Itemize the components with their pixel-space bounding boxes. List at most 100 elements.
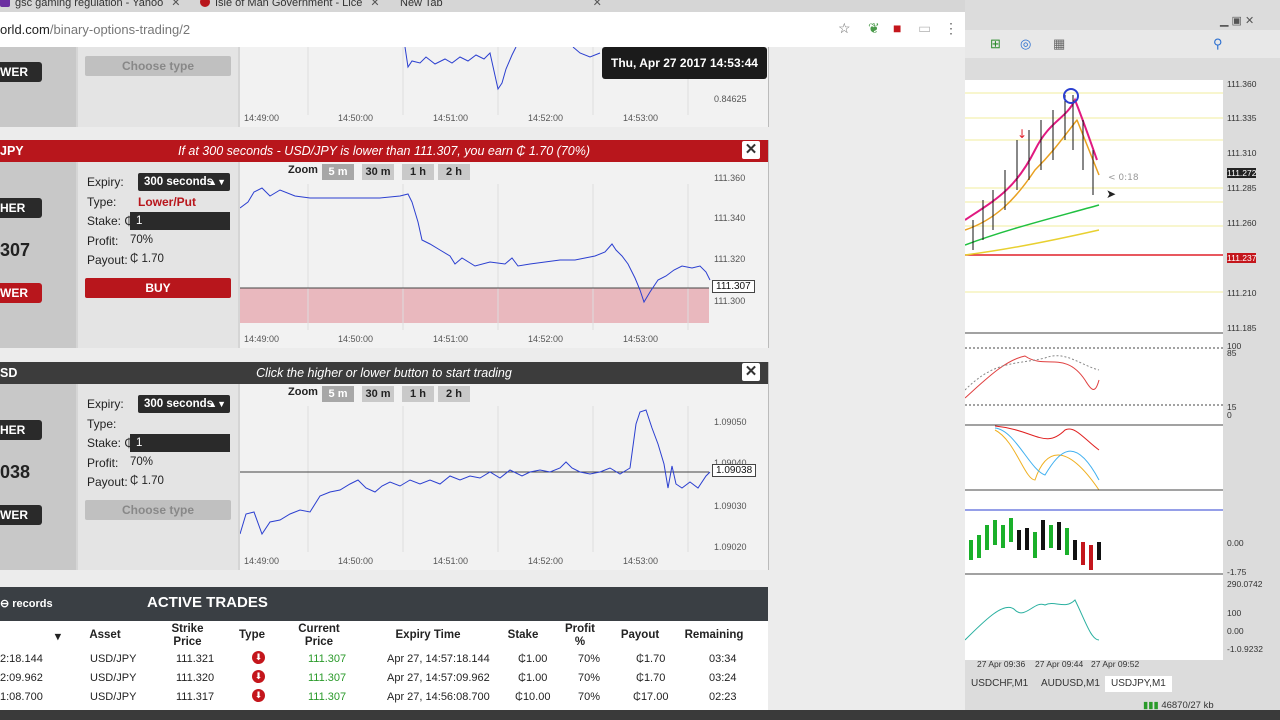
zoom-30m-button[interactable]: 30 m <box>362 386 394 402</box>
mt-y-tick: 111.185 <box>1227 323 1257 333</box>
zoom-30m-button[interactable]: 30 m <box>362 164 394 180</box>
extension-icon[interactable]: ❦ <box>868 20 880 37</box>
asset-panel-usdjpy: JPY If at 300 seconds - USD/JPY is lower… <box>0 140 769 348</box>
trading-site: WER Choose type 0.84625 14:49:00 14:50:0… <box>0 47 965 710</box>
y-tick-label: 1.09030 <box>714 501 747 511</box>
browser-tab[interactable]: Isle of Man Government - Lice ✕ <box>200 0 380 12</box>
choose-type-button[interactable]: Choose type <box>85 500 231 520</box>
zoom-controls: Zoom 5 m 30 m 1 h 2 h <box>288 386 470 402</box>
close-panel-icon[interactable]: ✕ <box>742 363 760 381</box>
chart-tab-usdchf[interactable]: USDCHF,M1 <box>965 676 1034 692</box>
column-header-profit[interactable]: Profit % <box>560 623 600 649</box>
x-tick-label: 14:52:00 <box>528 334 564 344</box>
column-header-strike-price[interactable]: Strike Price <box>160 623 215 649</box>
stake-input[interactable]: 1 <box>130 212 230 230</box>
column-header-type[interactable]: Type <box>232 629 272 642</box>
cell-payout: ₵1.70 <box>636 653 666 665</box>
payout-value: ₵ 1.70 <box>130 475 164 487</box>
window-controls[interactable]: ▁ ▣ ✕ <box>1220 14 1254 27</box>
extension-icon[interactable]: ▭ <box>918 20 931 37</box>
price-line-chart <box>240 406 711 552</box>
x-tick-label: 14:49:00 <box>244 113 280 123</box>
x-tick-label: 14:50:00 <box>338 334 374 344</box>
column-header-current-price[interactable]: Current Price <box>290 623 348 649</box>
y-tick-label: 111.300 <box>714 296 746 306</box>
lower-button[interactable]: WER <box>0 283 42 303</box>
browser-tab[interactable]: gsc gaming regulation - Yahoo ✕ <box>0 0 180 12</box>
mt-y-tick: 0.00 <box>1227 626 1244 636</box>
higher-button[interactable]: HER <box>0 198 42 218</box>
payout-value: ₵ 1.70 <box>130 253 164 265</box>
sell-arrow-icon: ↓ <box>1017 127 1027 141</box>
close-tab-icon[interactable]: ✕ <box>171 0 180 9</box>
type-down-icon: ⬇ <box>252 651 265 664</box>
panel-left-strip: WER <box>0 47 76 127</box>
zoom-2h-button[interactable]: 2 h <box>438 164 470 180</box>
bookmark-star-icon[interactable]: ☆ <box>838 20 851 37</box>
refresh-icon[interactable]: ◎ <box>1020 36 1031 52</box>
search-icon[interactable]: ⚲ <box>1213 36 1223 52</box>
grid-icon[interactable]: ▦ <box>1053 36 1065 52</box>
price-chart[interactable]: Zoom 5 m 30 m 1 h 2 h 1.09050 1.09040 1.… <box>240 384 768 570</box>
trade-form: Expiry: 300 seconds ▲▼ Type: Lower/Put St… <box>78 162 238 348</box>
column-header-payout[interactable]: Payout <box>620 629 660 642</box>
panel-left-strip: HER 307 WER <box>0 162 76 348</box>
cell-strike: 111.321 <box>176 653 215 665</box>
zoom-2h-button[interactable]: 2 h <box>438 386 470 402</box>
buy-button[interactable]: BUY <box>85 278 231 298</box>
lower-button[interactable]: WER <box>0 505 42 525</box>
lower-button[interactable]: WER <box>0 62 42 82</box>
close-tab-icon[interactable]: ✕ <box>593 0 602 9</box>
type-down-icon: ⬇ <box>252 689 265 702</box>
chart-tab-usdjpy[interactable]: USDJPY,M1 <box>1105 676 1172 692</box>
stochastic-line <box>994 427 1100 481</box>
add-chart-icon[interactable]: ⊞ <box>990 36 1001 52</box>
x-tick-label: 14:53:00 <box>623 334 659 344</box>
url-text[interactable]: orld.com/binary-options-trading/2 <box>0 22 190 37</box>
x-tick-label: 14:53:00 <box>623 556 659 566</box>
y-tick-label: 1.09020 <box>714 542 747 552</box>
select-arrows-icon: ▲▼ <box>208 177 226 187</box>
records-toggle[interactable]: ⊖ records <box>0 597 53 610</box>
trade-summary-message: If at 300 seconds - USD/JPY is lower tha… <box>177 144 591 158</box>
sort-icon[interactable]: ▾ <box>55 631 61 644</box>
profit-value: 70% <box>130 456 154 468</box>
browser-tab[interactable]: New Tab ✕ <box>400 0 602 12</box>
zoom-1h-button[interactable]: 1 h <box>402 386 434 402</box>
stake-input[interactable]: 1 <box>130 434 230 452</box>
taskbar <box>0 710 1280 720</box>
expiry-select[interactable]: 300 seconds ▲▼ <box>138 173 230 191</box>
chart-tab-audusd[interactable]: AUDUSD,M1 <box>1035 676 1106 692</box>
zoom-1h-button[interactable]: 1 h <box>402 164 434 180</box>
column-header-remaining[interactable]: Remaining <box>684 629 744 642</box>
current-bid-label: 111.272 <box>1227 168 1257 178</box>
mt-y-tick: 111.310 <box>1227 148 1257 158</box>
column-header-stake[interactable]: Stake <box>505 629 541 642</box>
column-header-expiry-time[interactable]: Expiry Time <box>388 629 468 642</box>
x-tick-label: 14:50:00 <box>338 556 374 566</box>
url-path: /binary-options-trading/2 <box>49 22 191 37</box>
select-arrows-icon: ▲▼ <box>208 399 226 409</box>
choose-type-button[interactable]: Choose type <box>85 56 231 76</box>
price-line <box>404 47 517 91</box>
x-tick-label: 14:51:00 <box>433 556 469 566</box>
column-header-asset[interactable]: Asset <box>75 629 135 642</box>
higher-button[interactable]: HER <box>0 420 42 440</box>
mt-y-tick: 111.210 <box>1227 288 1257 298</box>
active-trades-title: ACTIVE TRADES <box>147 594 268 611</box>
tab-favicon-icon <box>200 0 210 7</box>
extension-icon[interactable]: ■ <box>893 20 901 36</box>
close-tab-icon[interactable]: ✕ <box>370 0 379 9</box>
price-chart[interactable]: Zoom 5 m 30 m 1 h 2 h 111.360 111.340 11… <box>240 162 768 348</box>
close-panel-icon[interactable]: ✕ <box>742 141 760 159</box>
lower-zone <box>240 288 709 323</box>
expiry-select[interactable]: 300 seconds ▲▼ <box>138 395 230 413</box>
address-bar[interactable]: orld.com/binary-options-trading/2 ☆ ❦ ■ … <box>0 12 965 48</box>
menu-kebab-icon[interactable]: ⋮ <box>944 20 958 37</box>
current-price-tag: 1.09038 <box>712 464 757 477</box>
forex-candlestick-chart[interactable]: ↓ < 0:18 ➤ <box>965 80 1223 660</box>
zoom-5m-button[interactable]: 5 m <box>322 386 354 402</box>
panel-instruction-message: Click the higher or lower button to star… <box>256 366 512 380</box>
cell-payout: ₵1.70 <box>636 672 666 684</box>
zoom-5m-button[interactable]: 5 m <box>322 164 354 180</box>
